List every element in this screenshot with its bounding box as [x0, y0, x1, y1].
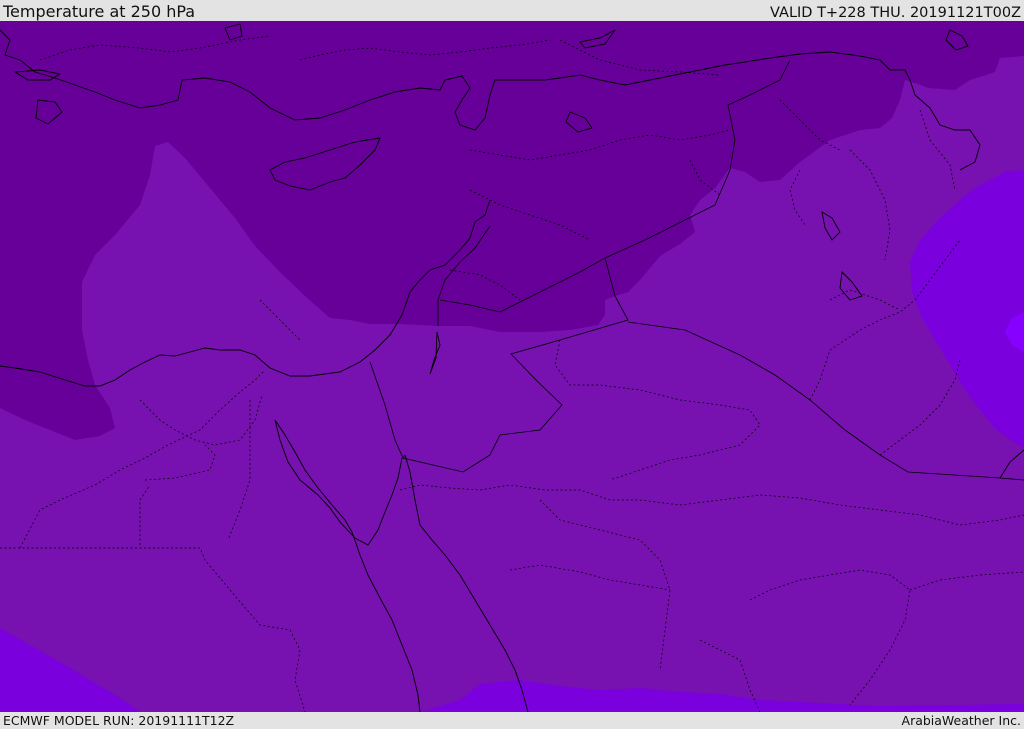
map-title: Temperature at 250 hPa [3, 2, 196, 21]
model-run-label: ECMWF MODEL RUN: 20191111T12Z [3, 713, 235, 728]
map-header: Temperature at 250 hPa VALID T+228 THU. … [0, 0, 1024, 21]
valid-time-label: VALID T+228 THU. 20191121T00Z [770, 5, 1021, 21]
temperature-map[interactable] [0, 21, 1024, 712]
map-canvas [0, 21, 1024, 712]
map-footer: ECMWF MODEL RUN: 20191111T12Z ArabiaWeat… [0, 712, 1024, 729]
credit-label: ArabiaWeather Inc. [901, 713, 1021, 728]
